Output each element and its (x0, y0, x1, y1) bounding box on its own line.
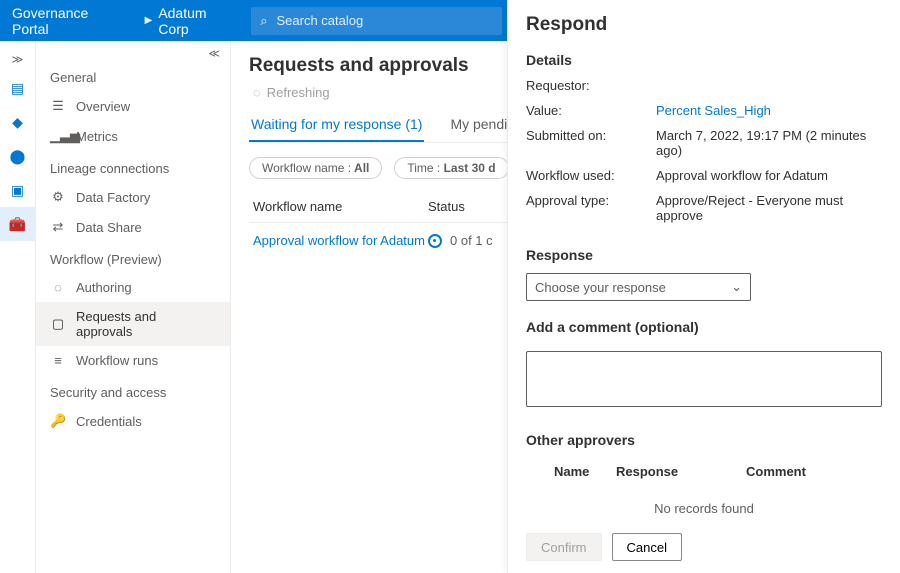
requestor-value (656, 78, 882, 93)
filter-workflow[interactable]: Workflow name : All (249, 157, 382, 179)
runs-icon: ≡ (50, 353, 66, 368)
value-link[interactable]: Percent Sales_High (656, 103, 882, 118)
details-heading: Details (526, 52, 882, 68)
nav-workflow-runs[interactable]: ≡Workflow runs (36, 346, 230, 375)
nav-data-factory[interactable]: ⚙Data Factory (36, 182, 230, 212)
comment-textarea[interactable] (526, 351, 882, 407)
response-select[interactable]: Choose your response ⌄ (526, 273, 751, 301)
chevron-down-icon: ⌄ (731, 279, 742, 295)
rail-item-management[interactable]: 🧰 (0, 207, 36, 241)
factory-icon: ⚙ (50, 189, 66, 205)
bar-chart-icon: ▁▃▅ (50, 128, 66, 144)
approvers-col-name: Name (526, 464, 616, 479)
nav-metrics[interactable]: ▁▃▅Metrics (36, 121, 230, 151)
flow-icon: ◌ (50, 280, 66, 295)
comment-heading: Add a comment (optional) (526, 319, 882, 335)
collapse-nav-icon[interactable]: ≪ (36, 47, 230, 60)
row-status: 0 of 1 c (428, 233, 493, 248)
workflow-value: Approval workflow for Adatum (656, 168, 882, 183)
filter-time[interactable]: Time : Last 30 d (394, 157, 508, 179)
no-records-text: No records found (526, 485, 882, 532)
nav-section-workflow: Workflow (Preview) (36, 242, 230, 273)
brand-title[interactable]: Governance Portal (0, 5, 139, 37)
nav-section-lineage: Lineage connections (36, 151, 230, 182)
rail-item-map[interactable]: ◆ (0, 105, 36, 139)
respond-panel: Respond Details Requestor: Value:Percent… (507, 0, 900, 573)
breadcrumb-org[interactable]: Adatum Corp (158, 5, 239, 37)
approvers-heading: Other approvers (526, 432, 882, 448)
requestor-label: Requestor: (526, 78, 656, 93)
left-rail: ≫ ▤ ◆ ⬤ ▣ 🧰 (0, 41, 36, 573)
nav-credentials[interactable]: 🔑Credentials (36, 406, 230, 436)
rail-item-data[interactable]: ▤ (0, 71, 36, 105)
rail-item-policy[interactable]: ▣ (0, 173, 36, 207)
col-status[interactable]: Status (428, 199, 465, 214)
key-icon: 🔑 (50, 413, 66, 429)
approvaltype-label: Approval type: (526, 193, 656, 223)
approvers-col-comment: Comment (746, 464, 882, 479)
nav-overview[interactable]: ☰Overview (36, 91, 230, 121)
value-label: Value: (526, 103, 656, 118)
chevron-right-icon: ▶ (145, 15, 153, 26)
nav-section-security: Security and access (36, 375, 230, 406)
nav-requests[interactable]: ▢Requests and approvals (36, 302, 230, 346)
nav-section-general: General (36, 60, 230, 91)
panel-title: Respond (526, 14, 882, 36)
response-heading: Response (526, 247, 882, 263)
side-nav: ≪ General ☰Overview ▁▃▅Metrics Lineage c… (36, 41, 231, 573)
confirm-button: Confirm (526, 533, 602, 561)
workflow-label: Workflow used: (526, 168, 656, 183)
approvers-col-response: Response (616, 464, 746, 479)
share-icon: ⇄ (50, 219, 66, 235)
rail-item-insights[interactable]: ⬤ (0, 139, 36, 173)
search-input[interactable] (276, 13, 501, 28)
nav-data-share[interactable]: ⇄Data Share (36, 212, 230, 242)
nav-authoring[interactable]: ◌Authoring (36, 273, 230, 302)
submitted-label: Submitted on: (526, 128, 656, 158)
spinner-icon: ◌ (253, 85, 261, 100)
response-placeholder: Choose your response (535, 280, 666, 295)
approvers-header: Name Response Comment (526, 458, 882, 485)
submitted-value: March 7, 2022, 19:17 PM (2 minutes ago) (656, 128, 882, 158)
search-icon: ⌕ (251, 13, 276, 29)
approvaltype-value: Approve/Reject - Everyone must approve (656, 193, 882, 223)
tab-waiting[interactable]: Waiting for my response (1) (249, 108, 424, 142)
expand-rail-icon[interactable]: ≫ (12, 47, 24, 71)
status-progress-icon (428, 234, 442, 248)
list-icon: ☰ (50, 98, 66, 114)
row-workflow-link[interactable]: Approval workflow for Adatum (253, 233, 428, 248)
cancel-button[interactable]: Cancel (612, 533, 682, 561)
col-workflow[interactable]: Workflow name (253, 199, 428, 214)
inbox-icon: ▢ (50, 316, 66, 332)
search-box[interactable]: ⌕ (251, 7, 501, 35)
